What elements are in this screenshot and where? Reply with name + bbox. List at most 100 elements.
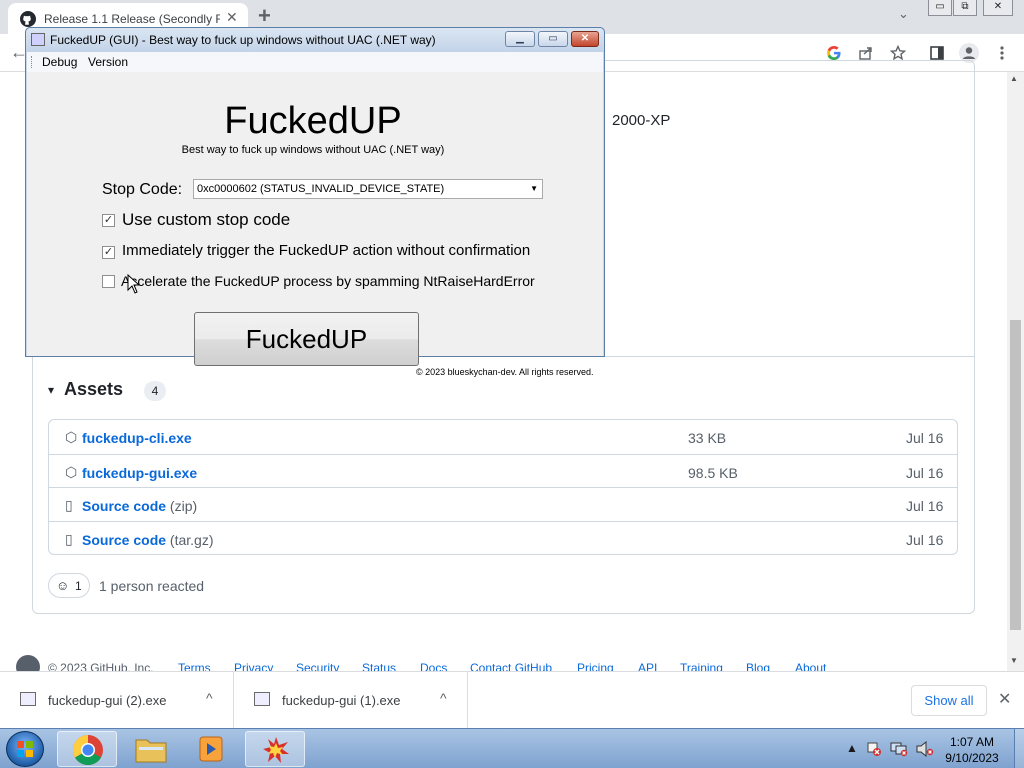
- asset-size: 33 KB: [688, 430, 727, 446]
- star-icon[interactable]: [890, 45, 906, 61]
- network-icon[interactable]: [890, 741, 908, 757]
- app-close-button[interactable]: ✕: [571, 31, 599, 47]
- smiley-icon: ☺: [56, 578, 70, 593]
- immediate-trigger-label[interactable]: Immediately trigger the FuckedUP action …: [122, 242, 530, 259]
- footer-link-api[interactable]: API: [638, 661, 657, 671]
- footer-link-terms[interactable]: Terms: [178, 661, 211, 671]
- asset-date: Jul 16: [906, 498, 944, 514]
- download-options-chevron-icon[interactable]: ^: [206, 690, 213, 706]
- reaction-count: 1: [75, 579, 82, 593]
- app-copyright: © 2023 blueskychan-dev. All rights reser…: [416, 367, 594, 377]
- reaction-button[interactable]: ☺ 1: [48, 573, 90, 598]
- clock-time[interactable]: 1:07 AM: [940, 735, 1004, 749]
- app-titlebar[interactable]: FuckedUP (GUI) - Best way to fuck up win…: [26, 28, 604, 52]
- footer-link-contact[interactable]: Contact GitHub: [470, 661, 552, 671]
- tab-search-chevron-icon[interactable]: ⌄: [898, 6, 909, 22]
- app-heading: FuckedUP: [224, 100, 402, 142]
- show-all-downloads-button[interactable]: Show all: [911, 685, 987, 716]
- download-filename: fuckedup-gui (2).exe: [48, 693, 167, 708]
- tab-title: Release 1.1 Release (Secondly Re: [44, 12, 220, 26]
- menu-debug[interactable]: Debug: [42, 55, 77, 69]
- asset-link[interactable]: Source code (tar.gz): [82, 532, 214, 548]
- page-footer: © 2023 GitHub, Inc. Terms Privacy Securi…: [16, 655, 1016, 671]
- media-player-icon: [199, 736, 223, 762]
- menu-grip: [31, 56, 33, 68]
- footer-link-privacy[interactable]: Privacy: [234, 661, 273, 671]
- share-icon[interactable]: [858, 45, 874, 61]
- asset-date: Jul 16: [906, 532, 944, 548]
- action-center-icon[interactable]: [866, 741, 882, 757]
- asset-row: ⬡ fuckedup-cli.exe 33 KB Jul 16: [49, 420, 957, 454]
- assets-count-badge: 4: [144, 381, 166, 401]
- asset-row: ▯ Source code (zip) Jul 16: [49, 487, 957, 521]
- app-maximize-button[interactable]: ▭: [538, 31, 568, 47]
- more-icon[interactable]: [998, 45, 1006, 61]
- tray-overflow-icon[interactable]: ▲: [846, 741, 858, 755]
- explosion-icon: [263, 737, 289, 763]
- app-window-title: FuckedUP (GUI) - Best way to fuck up win…: [50, 33, 436, 47]
- app-client-area: Debug Version FuckedUP Best way to fuck …: [27, 52, 603, 377]
- footer-copyright: © 2023 GitHub, Inc.: [48, 661, 154, 671]
- start-button[interactable]: [6, 731, 44, 767]
- stop-code-select[interactable]: 0xc0000602 (STATUS_INVALID_DEVICE_STATE)…: [193, 179, 543, 199]
- footer-link-docs[interactable]: Docs: [420, 661, 447, 671]
- taskbar-fuckedup[interactable]: [245, 731, 305, 767]
- footer-link-security[interactable]: Security: [296, 661, 339, 671]
- asset-link[interactable]: fuckedup-gui.exe: [82, 465, 197, 481]
- assets-toggle-caret-icon[interactable]: ▾: [48, 383, 54, 397]
- page-scrollbar-thumb[interactable]: [1010, 320, 1021, 630]
- github-logo-icon[interactable]: [16, 655, 40, 671]
- asset-link[interactable]: fuckedup-cli.exe: [82, 430, 192, 446]
- download-item[interactable]: fuckedup-gui (2).exe ^: [0, 672, 234, 729]
- footer-link-blog[interactable]: Blog: [746, 661, 770, 671]
- asset-link[interactable]: Source code (zip): [82, 498, 197, 514]
- footer-link-status[interactable]: Status: [362, 661, 396, 671]
- accelerate-label[interactable]: Accelerate the FuckedUP process by spamm…: [121, 273, 535, 289]
- footer-link-training[interactable]: Training: [680, 661, 723, 671]
- reaction-summary: 1 person reacted: [99, 578, 205, 594]
- google-icon[interactable]: [826, 45, 842, 61]
- app-subheading: Best way to fuck up windows without UAC …: [181, 144, 445, 156]
- taskbar-media-player[interactable]: [181, 731, 241, 767]
- scroll-up-icon[interactable]: ▲: [1010, 74, 1018, 83]
- taskbar-explorer[interactable]: [121, 731, 181, 767]
- folder-icon: [135, 739, 167, 763]
- close-window-button[interactable]: ✕: [983, 0, 1013, 16]
- taskbar-chrome[interactable]: [57, 731, 117, 767]
- show-desktop-button[interactable]: [1014, 729, 1024, 768]
- asset-row: ▯ Source code (tar.gz) Jul 16: [49, 521, 957, 555]
- file-zip-icon: ▯: [65, 531, 73, 547]
- custom-stop-code-label[interactable]: Use custom stop code: [122, 210, 290, 230]
- maximize-window-button[interactable]: ⧉: [953, 0, 977, 16]
- fuckedup-app-window: FuckedUP (GUI) - Best way to fuck up win…: [25, 27, 605, 377]
- package-icon: ⬡: [65, 464, 78, 480]
- stop-code-value: 0xc0000602 (STATUS_INVALID_DEVICE_STATE): [197, 183, 445, 195]
- dropdown-arrow-icon[interactable]: ▼: [530, 184, 538, 193]
- asset-size: 98.5 KB: [688, 465, 738, 481]
- immediate-trigger-checkbox[interactable]: ✓: [102, 246, 115, 259]
- app-minimize-button[interactable]: ▁: [505, 31, 535, 47]
- release-notes-text: 2000-XP: [612, 112, 671, 129]
- close-shelf-icon[interactable]: ✕: [998, 689, 1011, 709]
- tab-close-icon[interactable]: ✕: [226, 9, 238, 26]
- file-zip-icon: ▯: [65, 497, 73, 513]
- app-menubar: Debug Version: [27, 52, 603, 72]
- download-options-chevron-icon[interactable]: ^: [440, 690, 447, 706]
- exe-file-icon: [254, 692, 270, 706]
- github-icon: [20, 11, 36, 27]
- accelerate-checkbox[interactable]: [102, 275, 115, 288]
- new-tab-button[interactable]: +: [258, 3, 271, 29]
- download-item[interactable]: fuckedup-gui (1).exe ^: [234, 672, 468, 729]
- footer-link-about[interactable]: About: [795, 661, 826, 671]
- assets-title[interactable]: Assets: [64, 379, 123, 400]
- footer-link-pricing[interactable]: Pricing: [577, 661, 614, 671]
- scroll-down-icon[interactable]: ▼: [1010, 656, 1018, 665]
- custom-stop-code-checkbox[interactable]: ✓: [102, 214, 115, 227]
- volume-muted-icon[interactable]: [916, 741, 934, 757]
- download-shelf: fuckedup-gui (2).exe ^ fuckedup-gui (1).…: [0, 671, 1024, 729]
- menu-version[interactable]: Version: [88, 55, 128, 69]
- fuckedup-button[interactable]: FuckedUP: [194, 312, 419, 366]
- minimize-window-button[interactable]: ▭: [928, 0, 952, 16]
- clock-date[interactable]: 9/10/2023: [940, 751, 1004, 765]
- sidepanel-icon[interactable]: [929, 45, 945, 61]
